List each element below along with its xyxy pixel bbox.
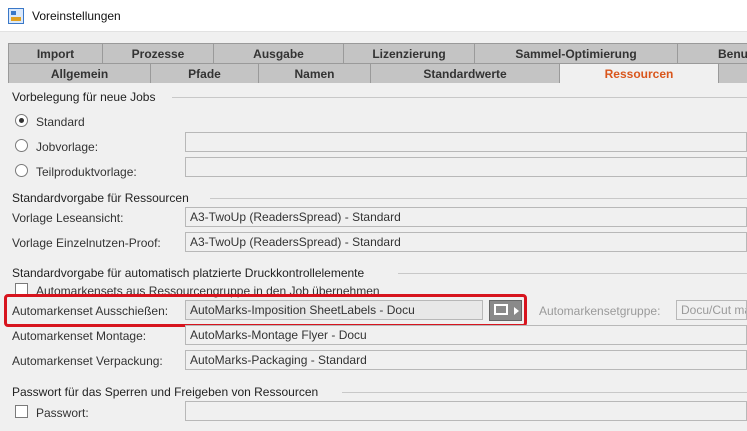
tab-ausgabe[interactable]: Ausgabe [213,43,343,63]
tab-lizenzierung[interactable]: Lizenzierung [343,43,474,63]
tab-ressourcen[interactable]: Ressourcen [559,63,718,83]
tab-standardwerte[interactable]: Standardwerte [370,63,559,83]
title-bar: Voreinstellungen [0,0,747,32]
passwort-field[interactable] [185,401,747,421]
passwort-label: Passwort: [36,406,89,420]
verpackung-select[interactable]: AutoMarks-Packaging - Standard [185,350,747,370]
radio-teilproduktvorlage[interactable] [15,164,28,177]
section-title-ressourcen: Standardvorgabe für Ressourcen [12,191,189,205]
radio-jobvorlage[interactable] [15,139,28,152]
section-title-druckkontrolle: Standardvorgabe für automatisch platzier… [12,266,365,280]
radio-standard-label: Standard [36,115,85,129]
tab-row-2: Allgemein Pfade Namen Standardwerte Ress… [8,63,747,83]
tab-import[interactable]: Import [8,43,102,63]
tab-namen[interactable]: Namen [258,63,370,83]
automarkensetgruppe-label: Automarkensetgruppe: [539,304,661,318]
window-title: Voreinstellungen [32,8,121,23]
montage-label: Automarkenset Montage: [12,329,147,343]
section-title-jobs: Vorbelegung für neue Jobs [12,90,156,104]
radio-jobvorlage-label: Jobvorlage: [36,140,99,154]
radio-teilproduktvorlage-label: Teilproduktvorlage: [36,165,137,179]
tab-benutz[interactable]: Benutz [677,43,747,63]
section-divider [210,198,747,199]
leseansicht-select[interactable]: A3-TwoUp (ReadersSpread) - Standard [185,207,747,227]
section-title-passwort: Passwort für das Sperren und Freigeben v… [12,385,319,399]
verpackung-label: Automarkenset Verpackung: [12,354,163,368]
highlight-frame [4,294,527,327]
montage-select[interactable]: AutoMarks-Montage Flyer - Docu [185,325,747,345]
tab-row-1: Import Prozesse Ausgabe Lizenzierung Sam… [8,43,747,63]
section-divider [342,392,747,393]
tab-overflow [718,63,747,83]
automarkensetgruppe-select[interactable]: Docu/Cut ma [676,300,747,320]
tab-sammel-optimierung[interactable]: Sammel-Optimierung [474,43,677,63]
tab-pfade[interactable]: Pfade [150,63,258,83]
einzelnutzen-proof-select[interactable]: A3-TwoUp (ReadersSpread) - Standard [185,232,747,252]
einzelnutzen-proof-label: Vorlage Einzelnutzen-Proof: [12,236,161,250]
jobvorlage-field[interactable] [185,132,747,152]
tab-prozesse[interactable]: Prozesse [102,43,213,63]
tab-allgemein[interactable]: Allgemein [8,63,150,83]
section-divider [172,97,747,98]
radio-standard[interactable] [15,114,28,127]
checkbox-passwort[interactable] [15,405,28,418]
app-icon [8,7,24,24]
section-divider [398,273,747,274]
teilproduktvorlage-field[interactable] [185,157,747,177]
leseansicht-label: Vorlage Leseansicht: [12,211,124,225]
